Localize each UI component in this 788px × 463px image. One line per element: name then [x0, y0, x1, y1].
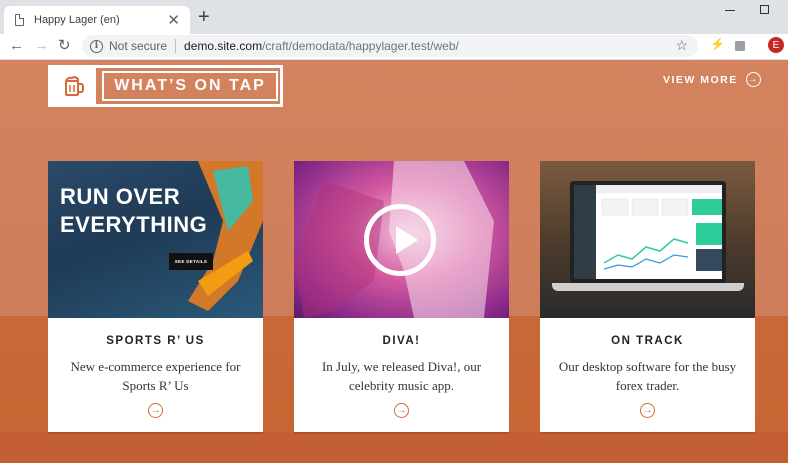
extension-icon[interactable] [735, 41, 745, 51]
url-separator [175, 39, 177, 53]
card-title: ON TRACK [611, 335, 684, 347]
url-path: /craft/demodata/happylager.test/web/ [262, 39, 459, 53]
bottom-band [0, 432, 788, 463]
card-title: DIVA! [382, 335, 421, 347]
play-icon[interactable] [364, 204, 436, 276]
arrow-right-circle-icon[interactable]: → [640, 403, 655, 418]
page-icon [15, 13, 25, 26]
url-text[interactable]: demo.site.com/craft/demodata/happylager.… [184, 39, 459, 53]
app-topbar [596, 185, 722, 193]
card-description: New e-commerce experience for Sports R’ … [70, 359, 241, 393]
not-secure-label: Not secure [109, 39, 168, 53]
card-title: SPORTS R’ US [106, 335, 205, 347]
laptop-screen [570, 181, 726, 283]
work-card-sports[interactable]: RUN OVER EVERYTHING SEE DETAILS SPORTS R… [48, 161, 263, 432]
work-card-diva[interactable]: DIVA! In July, we released Diva!, our ce… [294, 161, 509, 432]
info-icon[interactable]: i [90, 39, 103, 53]
reload-icon[interactable]: ↻ [58, 37, 71, 55]
view-more-link[interactable]: VIEW MORE → [663, 72, 761, 87]
arrow-right-circle-icon[interactable]: → [148, 403, 163, 418]
address-bar[interactable]: i Not secure demo.site.com/craft/demodat… [82, 35, 698, 57]
browser-tab-strip: Happy Lager (en) ✕ + [0, 0, 788, 34]
section-header: WHAT’S ON TAP [48, 65, 283, 107]
card-thumbnail[interactable]: RUN OVER EVERYTHING SEE DETAILS [48, 161, 263, 318]
section-title: WHAT’S ON TAP [102, 71, 278, 101]
dashboard-charts [601, 198, 722, 271]
tab-close-icon[interactable]: ✕ [167, 13, 180, 28]
see-details-button[interactable]: SEE DETAILS [169, 253, 213, 270]
thumb-headline: RUN OVER EVERYTHING [60, 184, 208, 237]
extension-bolt-icon[interactable]: ⚡ [710, 37, 725, 51]
card-description: Our desktop software for the busy forex … [558, 359, 737, 393]
card-thumbnail[interactable] [294, 161, 509, 318]
maximize-window-icon[interactable] [760, 5, 769, 14]
view-more-label: VIEW MORE [663, 73, 738, 86]
laptop-base [552, 283, 744, 291]
tab-title: Happy Lager (en) [34, 14, 120, 26]
work-card-on-track[interactable]: ON TRACK Our desktop software for the bu… [540, 161, 755, 432]
card-description: In July, we released Diva!, our celebrit… [321, 359, 482, 393]
arrow-right-circle-icon: → [745, 72, 761, 87]
forward-icon[interactable]: → [34, 37, 49, 55]
profile-avatar[interactable]: E [768, 37, 784, 53]
back-icon[interactable]: ← [9, 37, 24, 55]
app-sidebar [574, 185, 596, 279]
url-host: demo.site.com [184, 39, 263, 53]
bookmark-star-icon[interactable]: ☆ [675, 37, 688, 54]
browser-tab[interactable]: Happy Lager (en) ✕ [4, 6, 190, 34]
beer-mug-icon [51, 68, 96, 104]
new-tab-button[interactable]: + [198, 6, 210, 28]
browser-toolbar: ← → ↻ i Not secure demo.site.com/craft/d… [0, 34, 788, 60]
card-thumbnail[interactable] [540, 161, 755, 318]
minimize-window-icon[interactable] [725, 10, 735, 11]
page-content: WHAT’S ON TAP VIEW MORE → RUN OVER EVERY… [0, 60, 788, 463]
arrow-right-circle-icon[interactable]: → [394, 403, 409, 418]
